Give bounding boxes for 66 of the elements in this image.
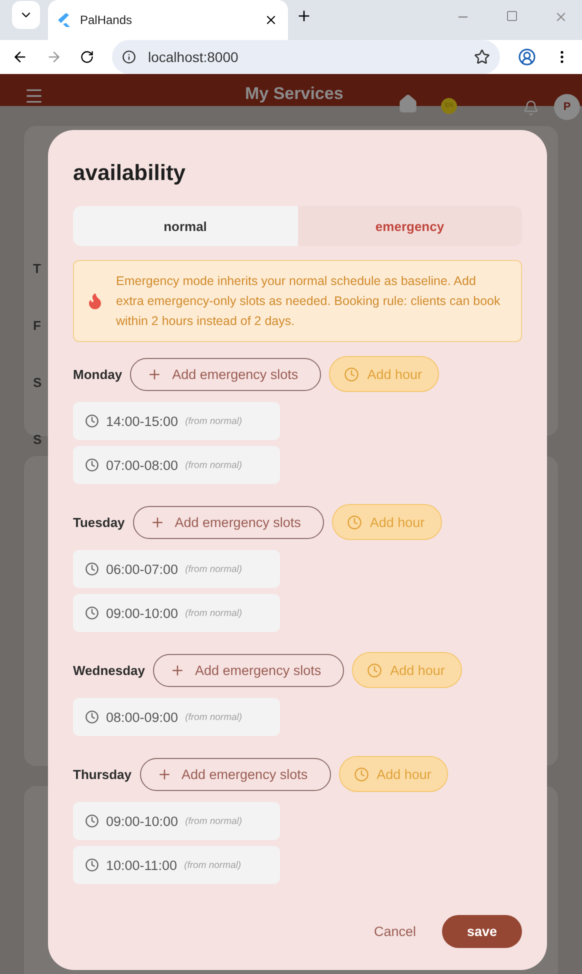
slot-note: (from normal) [184, 860, 242, 870]
tab-title: PalHands [80, 13, 134, 27]
url-text: localhost:8000 [148, 49, 240, 65]
mode-tab[interactable]: emergency [298, 206, 522, 246]
plus-icon [156, 766, 172, 782]
add-emergency-slots-button[interactable]: Add emergency slots [140, 758, 331, 790]
slot-note: (from normal) [185, 816, 242, 826]
dialog-title: availability [73, 160, 187, 186]
header-title: My Services [245, 84, 344, 104]
slot-time: 08:00-09:00 [106, 710, 178, 724]
save-button[interactable]: save [442, 915, 522, 948]
browser-tab[interactable]: PalHands [48, 0, 288, 40]
add-emergency-slots-button[interactable]: Add emergency slots [153, 654, 344, 686]
address-bar[interactable]: localhost:8000 [112, 40, 500, 74]
card-label: S [33, 432, 42, 447]
forward-icon[interactable] [46, 49, 62, 65]
clock-icon [367, 662, 382, 678]
flame-icon [86, 292, 104, 310]
clock-icon [85, 858, 99, 872]
card-label: T [33, 261, 41, 276]
slot-time: 10:00-11:00 [106, 858, 178, 872]
clock-icon [344, 366, 360, 382]
add-emergency-slots-button[interactable]: Add emergency slots [132, 506, 324, 538]
info-icon[interactable] [122, 50, 136, 64]
slot-time: 09:00-10:00 [106, 606, 178, 620]
slot-time: 14:00-15:00 [106, 414, 178, 428]
slot-note: (from normal) [185, 608, 242, 618]
add-emergency-slots-button[interactable]: Add emergency slots [130, 358, 322, 390]
profile-icon[interactable] [518, 48, 536, 66]
bell-icon[interactable] [523, 100, 539, 116]
back-icon[interactable] [12, 49, 28, 65]
clock-icon [85, 710, 99, 724]
slot-time: 06:00-07:00 [106, 562, 178, 576]
day-name: Wednesday [73, 662, 146, 678]
cancel-button[interactable]: Cancel [368, 918, 422, 945]
close-icon[interactable] [264, 13, 278, 27]
clock-icon [85, 414, 99, 428]
reload-icon[interactable] [80, 50, 94, 64]
card-label: S [33, 375, 42, 390]
clock-icon [346, 514, 362, 530]
clock-icon [354, 766, 369, 782]
card-label: F [33, 318, 41, 333]
maximize-icon[interactable] [506, 10, 518, 22]
clock-icon [85, 562, 99, 576]
slot-note: (from normal) [185, 564, 242, 574]
plus-icon [150, 514, 165, 530]
plus-icon [170, 662, 186, 678]
notice-text: Emergency mode inherits your normal schedule as baseline. Add extra emergency-only slots as needed. Booking rule: clients can book within 2 hours instead of 2 days. [116, 273, 502, 330]
slot-note: (from normal) [185, 416, 242, 426]
avatar[interactable]: P [554, 94, 580, 120]
mode-tab[interactable]: normal [73, 206, 298, 246]
day-name: Thursday [73, 766, 132, 782]
home-icon[interactable] [398, 94, 418, 114]
clock-icon [85, 458, 99, 472]
plus-icon [147, 366, 162, 382]
new-tab-icon[interactable] [296, 8, 312, 24]
day-name: Tuesday [73, 514, 125, 530]
day-name: Monday [73, 366, 122, 382]
slot-note: (from normal) [185, 712, 242, 722]
clock-icon [85, 606, 99, 620]
clock-icon [85, 814, 99, 828]
slot-time: 09:00-10:00 [106, 814, 178, 828]
chevron-logo-icon [58, 13, 70, 27]
slot-time: 07:00-08:00 [106, 458, 178, 472]
bookmark-star-icon[interactable] [474, 49, 490, 65]
slot-note: (from normal) [185, 460, 242, 470]
